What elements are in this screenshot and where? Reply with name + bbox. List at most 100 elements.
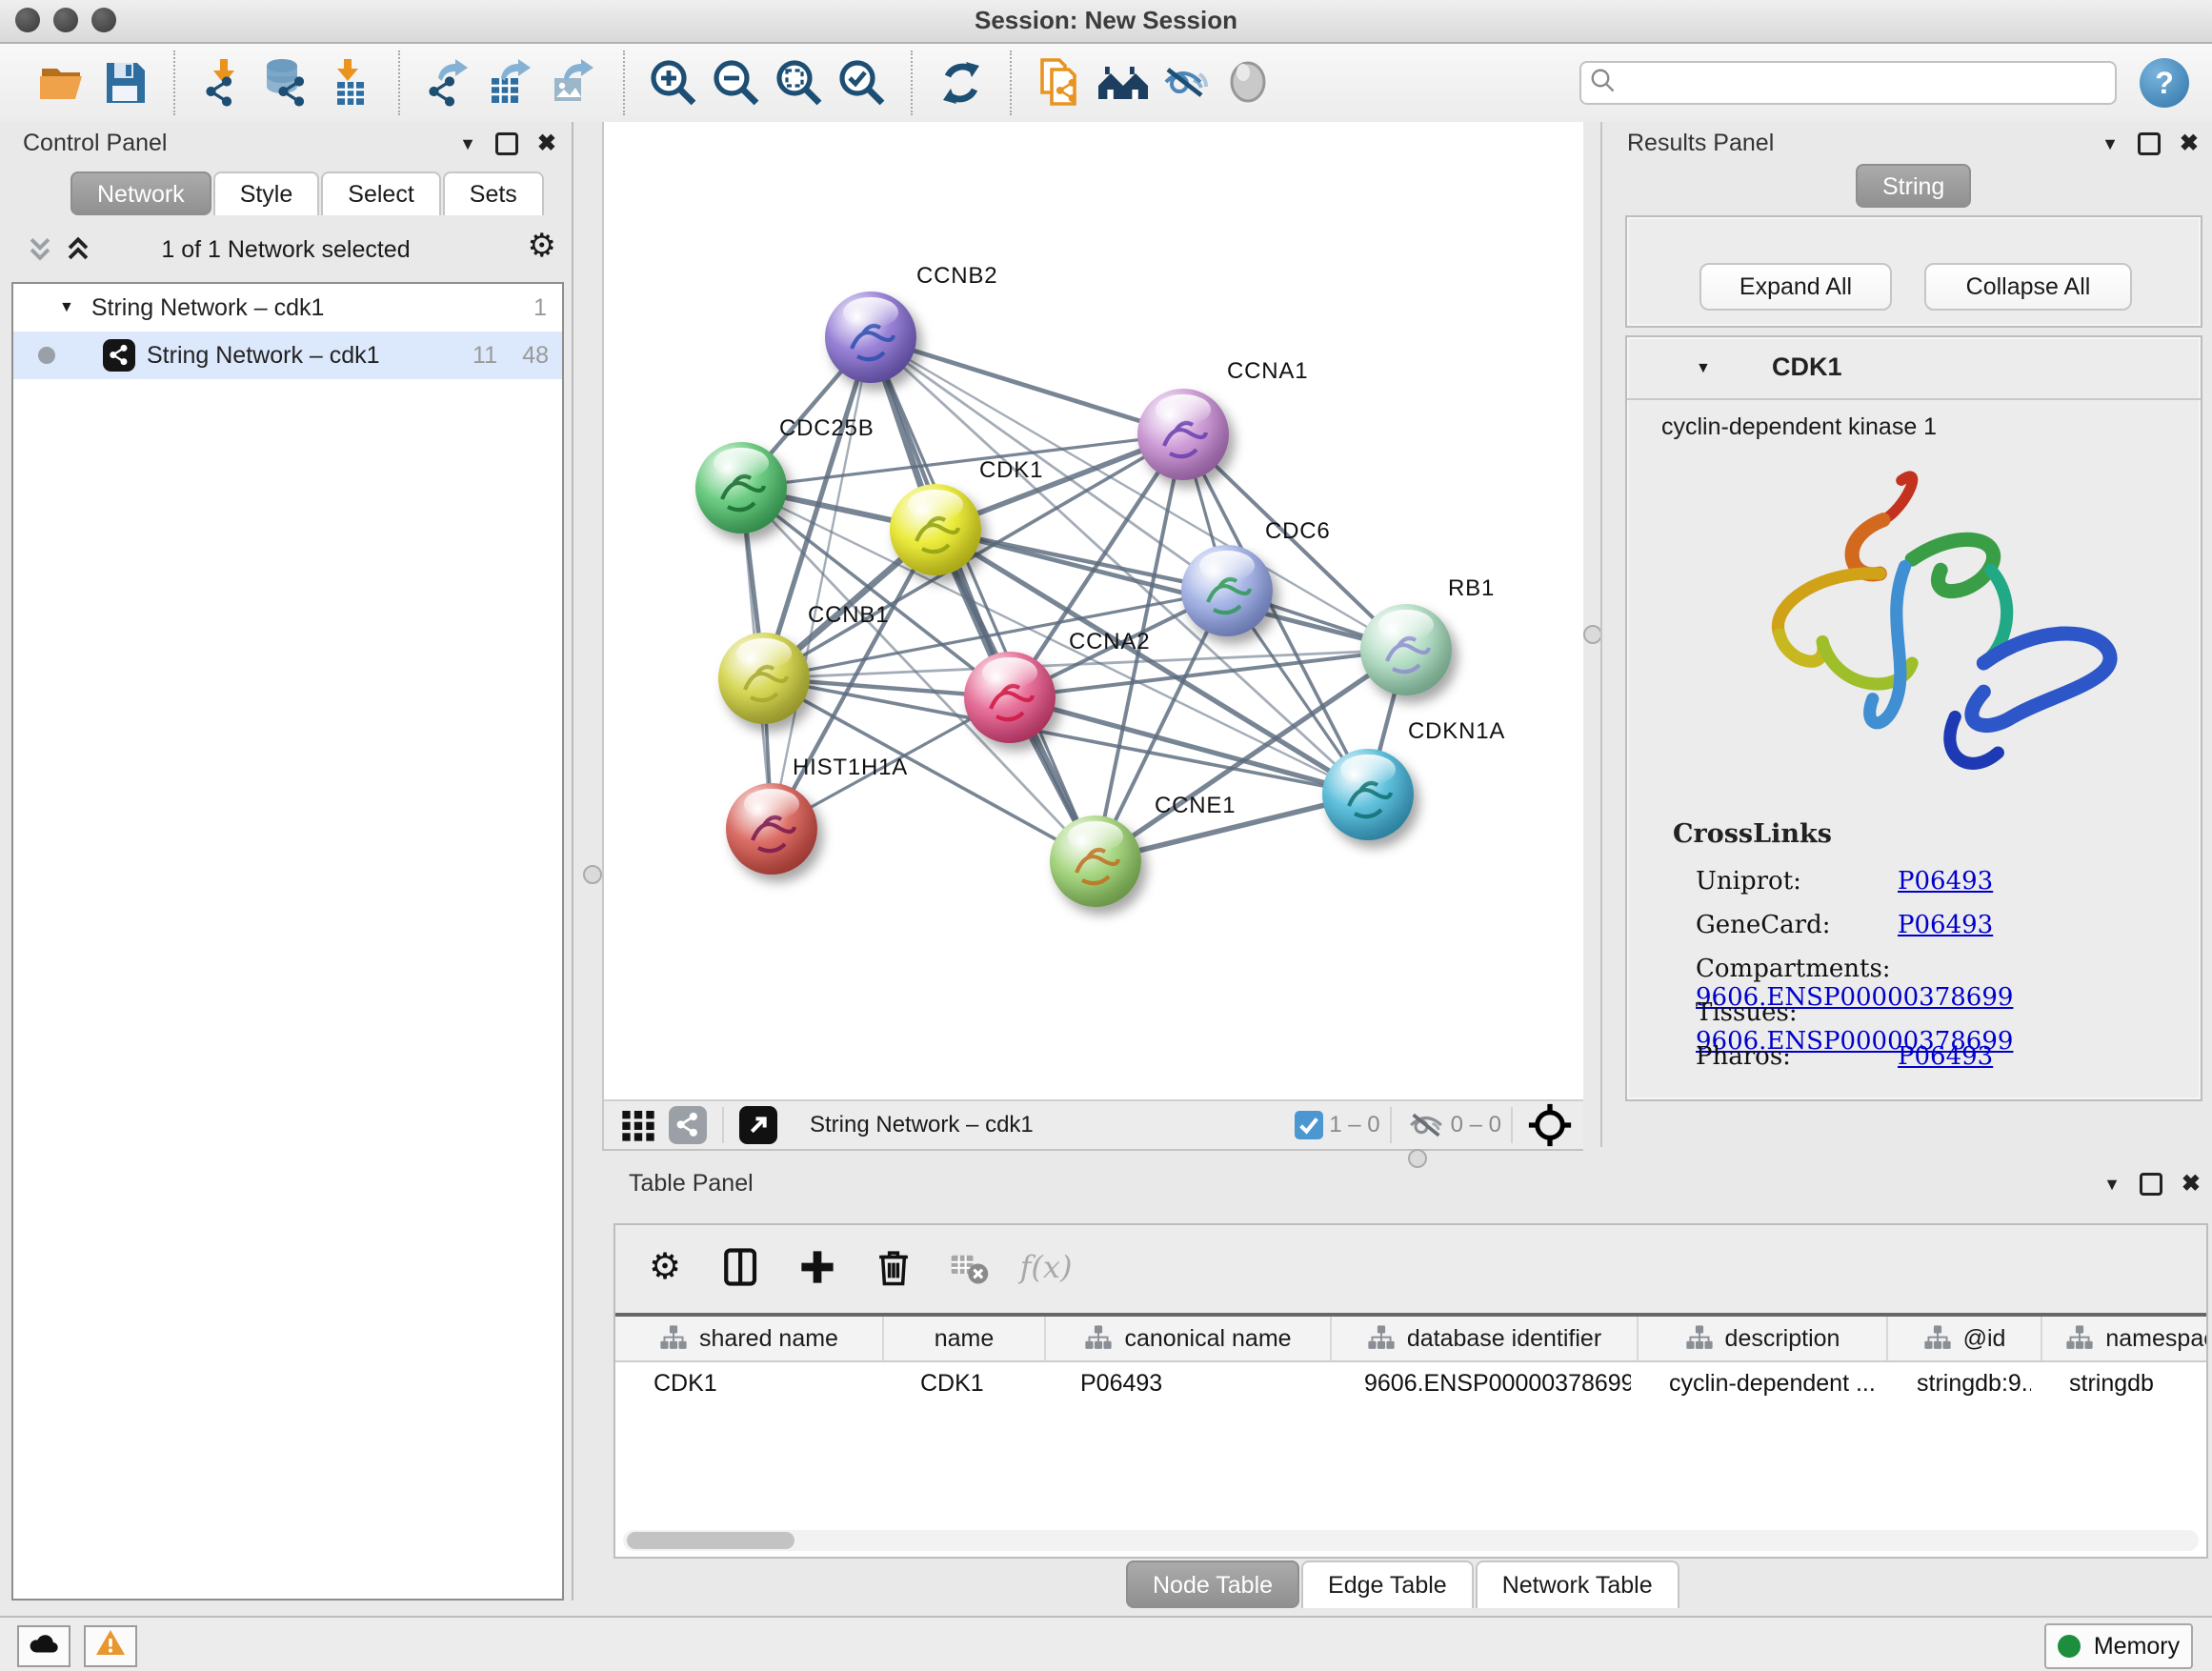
zoom-out-icon[interactable] (705, 50, 768, 115)
crosslink-link[interactable]: P06493 (1898, 911, 1993, 939)
open-in-browser-icon[interactable] (739, 1106, 777, 1144)
crosslink-link[interactable]: P06493 (1898, 867, 1993, 896)
zoom-in-icon[interactable] (642, 50, 705, 115)
export-network-icon[interactable] (417, 50, 480, 115)
table-cell[interactable]: cyclin-dependent ... (1631, 1362, 1879, 1404)
memory-button[interactable]: Memory (2044, 1623, 2193, 1669)
table-data-row[interactable]: CDK1CDK1P064939606.ENSP00000378699cyclin… (615, 1362, 2206, 1404)
network-edge-count: 48 (522, 342, 549, 370)
network-view-toolbar: String Network – cdk1 1 – 0 0 – 0 (602, 1099, 1583, 1151)
close-table-icon[interactable]: ✖ (2182, 1173, 2201, 1196)
table-options-gear-icon[interactable]: ⚙ (642, 1244, 688, 1290)
close-results-icon[interactable]: ✖ (2180, 132, 2199, 155)
maximize-results-icon[interactable] (2138, 132, 2161, 155)
scrollbar-thumb[interactable] (627, 1532, 794, 1549)
column-header-namespace[interactable]: namespace (2042, 1317, 2206, 1360)
network-node-CDC25B[interactable] (695, 442, 787, 534)
network-node-CCNA2[interactable] (964, 652, 1056, 743)
selected-checkbox-icon[interactable] (1295, 1111, 1323, 1139)
table-cell[interactable]: CDK1 (615, 1362, 882, 1404)
refresh-view-icon[interactable] (930, 50, 993, 115)
cloud-button[interactable] (17, 1625, 70, 1667)
zoom-selected-icon[interactable] (831, 50, 894, 115)
expand-all-button[interactable]: Expand All (1699, 263, 1892, 311)
collapse-all-button[interactable]: Collapse All (1924, 263, 2132, 311)
network-node-CCNB1[interactable] (718, 633, 810, 724)
crosslink-link[interactable]: P06493 (1898, 1042, 1993, 1071)
network-options-gear-icon[interactable]: ⚙ (528, 227, 556, 265)
column-header-description[interactable]: description (1639, 1317, 1888, 1360)
add-column-icon[interactable] (794, 1244, 840, 1290)
tab-style[interactable]: Style (213, 171, 320, 215)
table-cell[interactable]: stringdb (2031, 1362, 2206, 1404)
left-splitter-handle[interactable] (583, 865, 602, 884)
hidden-eye-icon[interactable] (1407, 1106, 1445, 1144)
hide-eye-icon[interactable] (1155, 50, 1217, 115)
network-node-CCNE1[interactable] (1050, 815, 1141, 907)
bottom-splitter-handle[interactable] (1408, 1149, 1427, 1168)
table-cell[interactable]: 9606.ENSP00000378699 (1326, 1362, 1631, 1404)
warnings-button[interactable] (84, 1625, 137, 1667)
share-view-icon[interactable] (669, 1106, 707, 1144)
network-node-CDC6[interactable] (1181, 545, 1273, 636)
network-node-HIST1H1A[interactable] (726, 783, 817, 875)
clear-table-icon (947, 1244, 993, 1290)
table-cell[interactable]: P06493 (1042, 1362, 1326, 1404)
tab-network[interactable]: Network (70, 171, 211, 215)
string-home-icon[interactable] (1092, 50, 1155, 115)
close-panel-icon[interactable]: ✖ (537, 132, 556, 155)
help-icon[interactable]: ? (2140, 58, 2189, 108)
crosslink-row-genecard: GeneCard:P06493 (1696, 911, 1993, 939)
result-disclosure-icon[interactable]: ▼ (1696, 360, 1711, 377)
tab-select[interactable]: Select (321, 171, 440, 215)
float-panel-icon[interactable]: ▼ (459, 135, 476, 152)
network-label: String Network – cdk1 (147, 342, 380, 370)
network-node-CDKN1A[interactable] (1322, 749, 1414, 840)
network-node-CCNA1[interactable] (1137, 389, 1229, 480)
inactive-eye-icon[interactable] (1217, 50, 1280, 115)
network-collection-row[interactable]: ▼ String Network – cdk1 1 (13, 284, 562, 332)
float-results-icon[interactable]: ▼ (2101, 135, 2119, 152)
import-table-icon[interactable] (318, 50, 381, 115)
import-database-icon[interactable] (255, 50, 318, 115)
network-row-selected[interactable]: String Network – cdk1 11 48 (13, 332, 562, 379)
delete-column-icon[interactable] (871, 1244, 916, 1290)
column-header-database-identifier[interactable]: database identifier (1332, 1317, 1639, 1360)
export-table-icon[interactable] (480, 50, 543, 115)
network-canvas[interactable]: CCNB2CCNA1CDC25BCDK1CDC6RB1CCNB1CCNA2CDK… (602, 122, 1583, 1099)
network-node-CCNB2[interactable] (825, 292, 916, 383)
collection-disclosure-icon[interactable]: ▼ (59, 299, 74, 316)
table-cell[interactable]: CDK1 (882, 1362, 1042, 1404)
node-result-header[interactable]: ▼ CDK1 (1627, 337, 2201, 400)
share-document-icon[interactable] (1029, 50, 1092, 115)
column-header-canonical-name[interactable]: canonical name (1046, 1317, 1332, 1360)
table-horizontal-scrollbar[interactable] (623, 1530, 2199, 1551)
table-panel: Table Panel ▼ ✖ ⚙ f(x) shared namena (602, 1166, 2212, 1616)
maximize-table-icon[interactable] (2140, 1173, 2162, 1196)
tab-edge-table[interactable]: Edge Table (1301, 1560, 1474, 1608)
node-gloss (843, 297, 898, 329)
show-columns-icon[interactable] (718, 1244, 764, 1290)
right-splitter-handle[interactable] (1583, 625, 1602, 644)
tab-network-table[interactable]: Network Table (1476, 1560, 1679, 1608)
float-table-icon[interactable]: ▼ (2103, 1176, 2121, 1193)
export-image-icon[interactable] (543, 50, 606, 115)
save-session-icon[interactable] (93, 50, 156, 115)
tab-sets[interactable]: Sets (443, 171, 544, 215)
tab-string[interactable]: String (1856, 164, 1971, 208)
column-header-name[interactable]: name (884, 1317, 1046, 1360)
column-header-shared-name[interactable]: shared name (615, 1317, 884, 1360)
column-header-@id[interactable]: @id (1888, 1317, 2042, 1360)
network-node-RB1[interactable] (1360, 604, 1452, 695)
open-session-icon[interactable] (30, 50, 93, 115)
main-toolbar: ? (0, 44, 2212, 124)
search-input[interactable] (1579, 61, 2117, 105)
fit-selected-crosshair-icon[interactable] (1528, 1103, 1572, 1147)
grid-view-icon[interactable] (619, 1106, 657, 1144)
tab-node-table[interactable]: Node Table (1126, 1560, 1299, 1608)
network-node-CDK1[interactable] (890, 484, 981, 575)
zoom-fit-icon[interactable] (768, 50, 831, 115)
table-cell[interactable]: stringdb:9... (1879, 1362, 2031, 1404)
maximize-panel-icon[interactable] (495, 132, 518, 155)
import-network-icon[interactable] (192, 50, 255, 115)
